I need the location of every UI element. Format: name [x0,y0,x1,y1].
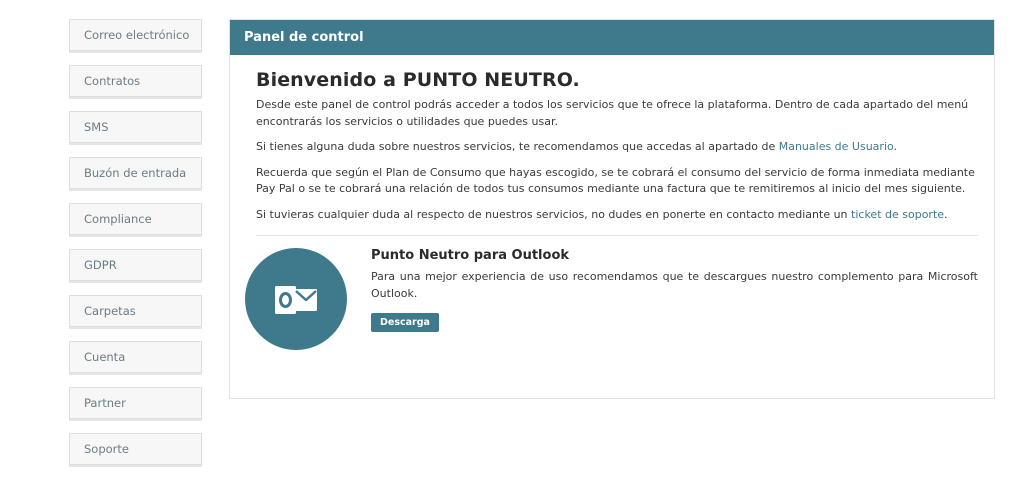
manuals-link[interactable]: Manuales de Usuario [779,140,894,153]
sidebar-item-contratos[interactable]: Contratos [69,65,202,97]
welcome-title: Bienvenido a PUNTO NEUTRO. [256,69,580,91]
sidebar-item-compliance[interactable]: Compliance [69,203,202,235]
sidebar-item-soporte[interactable]: Soporte [69,433,202,465]
sidebar-item-gdpr[interactable]: GDPR [69,249,202,281]
manuals-paragraph-text: Si tienes alguna duda sobre nuestros ser… [256,140,779,153]
divider [256,235,978,236]
outlook-text: Punto Neutro para Outlook Para una mejor… [371,248,978,332]
outlook-promo: Punto Neutro para Outlook Para una mejor… [245,248,978,368]
panel-header: Panel de control [230,20,994,55]
support-paragraph: Si tuvieras cualquier duda al respecto d… [256,207,978,224]
sidebar-item-correo-electronico[interactable]: Correo electrónico [69,19,202,51]
manuals-paragraph: Si tienes alguna duda sobre nuestros ser… [256,139,978,156]
support-paragraph-text: Si tuvieras cualquier duda al respecto d… [256,207,852,221]
sidebar-item-partner[interactable]: Partner [69,387,202,419]
support-paragraph-end: . [944,207,948,221]
intro-paragraph: Desde este panel de control podrás acced… [256,98,969,128]
outlook-title: Punto Neutro para Outlook [371,248,570,263]
sidebar-item-cuenta[interactable]: Cuenta [69,341,202,373]
control-panel: Panel de control Bienvenido a PUNTO NEUT… [229,19,995,399]
outlook-icon [245,248,347,350]
sidebar: Correo electrónico Contratos SMS Buzón d… [69,19,202,479]
billing-paragraph: Recuerda que según el Plan de Consumo qu… [256,165,975,196]
sidebar-item-buzon-de-entrada[interactable]: Buzón de entrada [69,157,202,189]
sidebar-item-sms[interactable]: SMS [69,111,202,143]
manuals-paragraph-end: . [893,140,898,153]
outlook-description: Para una mejor experiencia de uso recome… [371,270,978,300]
support-ticket-link[interactable]: ticket de soporte [851,208,944,221]
panel-body: Bienvenido a PUNTO NEUTRO. Desde este pa… [230,55,994,368]
download-button[interactable]: Descarga [371,313,439,332]
sidebar-item-carpetas[interactable]: Carpetas [69,295,202,327]
